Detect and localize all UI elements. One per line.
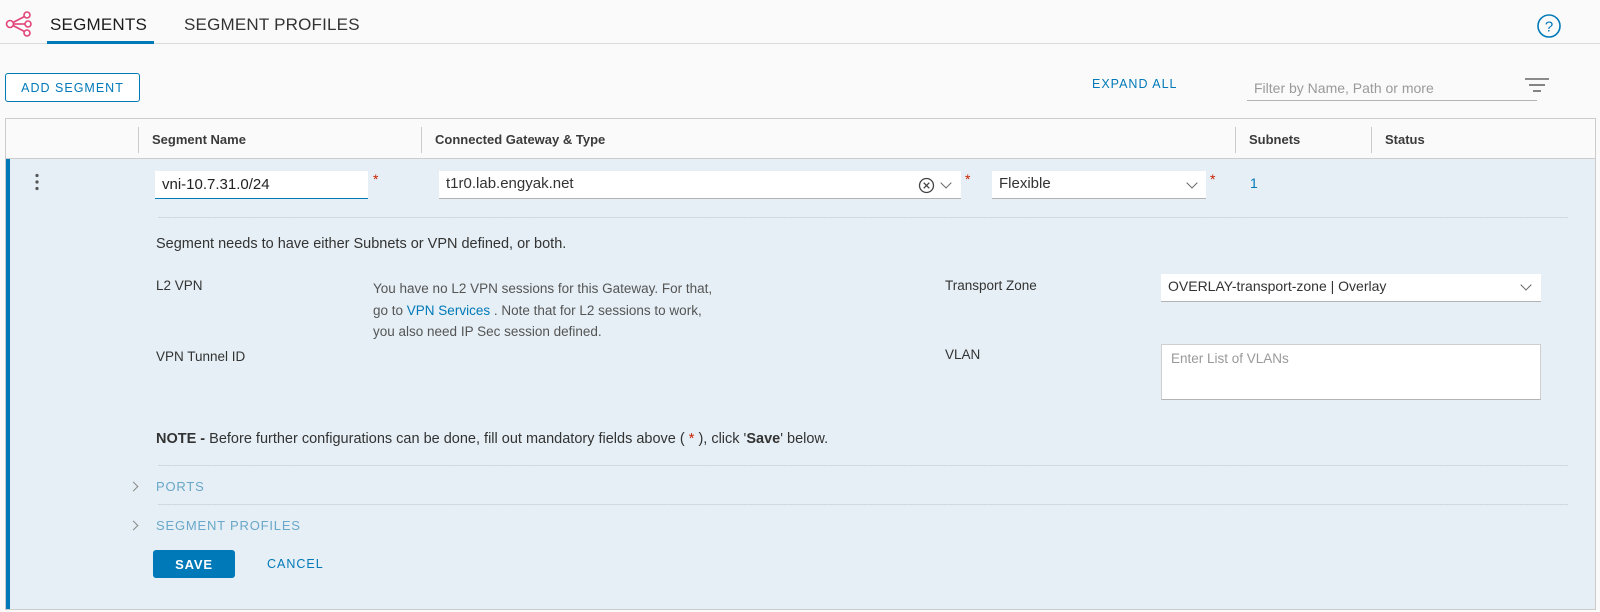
l2vpn-text-line-2: go to VPN Services . Note that for L2 se…	[373, 300, 712, 322]
column-separator	[138, 127, 139, 153]
l2vpn-text-pre: go to	[373, 302, 404, 318]
save-button[interactable]: SAVE	[153, 550, 235, 578]
transport-zone-select[interactable]: OVERLAY-transport-zone | Overlay	[1161, 274, 1541, 302]
expand-all-button[interactable]: EXPAND ALL	[1092, 77, 1178, 91]
vpn-tunnel-id-label: VPN Tunnel ID	[156, 349, 246, 364]
gateway-value: t1r0.lab.engyak.net	[446, 175, 574, 192]
l2vpn-text-line-3: you also need IP Sec session defined.	[373, 324, 602, 339]
clear-circle-icon[interactable]	[918, 177, 935, 199]
required-marker: *	[1210, 171, 1216, 187]
filter-input[interactable]	[1247, 75, 1537, 101]
tab-segments[interactable]: SEGMENTS	[50, 15, 147, 35]
required-marker: *	[965, 171, 971, 187]
divider	[158, 217, 1568, 218]
segment-edit-row: * t1r0.lab.engyak.net * Flexible * 1 Seg…	[6, 159, 1595, 609]
column-header-subnets[interactable]: Subnets	[1249, 132, 1300, 147]
chevron-right-icon[interactable]	[128, 481, 139, 492]
filter-lines-icon[interactable]	[1524, 76, 1550, 99]
l2vpn-label: L2 VPN	[156, 278, 203, 293]
transport-zone-value: OVERLAY-transport-zone | Overlay	[1168, 278, 1387, 294]
column-separator	[1235, 127, 1236, 153]
l2vpn-text-line-1: You have no L2 VPN sessions for this Gat…	[373, 281, 713, 296]
divider	[158, 504, 1568, 505]
gateway-type-select[interactable]: Flexible	[992, 171, 1206, 199]
vpn-services-link[interactable]: VPN Services	[407, 303, 490, 318]
column-header-status[interactable]: Status	[1385, 132, 1425, 147]
note-part-2: ), click '	[698, 431, 747, 447]
vlan-label: VLAN	[945, 347, 981, 362]
segment-info-text: Segment needs to have either Subnets or …	[156, 236, 567, 252]
chevron-right-icon[interactable]	[128, 520, 139, 531]
grid-header: Segment Name Connected Gateway & Type Su…	[6, 119, 1595, 159]
gateway-type-value: Flexible	[999, 175, 1051, 192]
question-circle-icon[interactable]: ?	[1536, 13, 1562, 44]
network-nodes-icon	[5, 10, 33, 43]
cancel-button[interactable]: CANCEL	[267, 557, 324, 571]
l2vpn-message: You have no L2 VPN sessions for this Gat…	[373, 278, 712, 343]
svg-text:?: ?	[1545, 19, 1553, 36]
note-part-3: ' below.	[780, 431, 829, 447]
required-marker: *	[373, 171, 379, 187]
add-segment-button[interactable]: ADD SEGMENT	[5, 73, 140, 102]
note-label: NOTE -	[156, 431, 206, 447]
segments-grid: Segment Name Connected Gateway & Type Su…	[5, 118, 1596, 610]
row-actions-kebab-icon[interactable]	[34, 173, 40, 196]
column-separator	[1371, 127, 1372, 153]
gateway-select[interactable]: t1r0.lab.engyak.net	[439, 171, 961, 199]
divider	[158, 465, 1568, 466]
note-save-word: Save	[746, 431, 781, 447]
column-header-gateway[interactable]: Connected Gateway & Type	[435, 132, 605, 147]
transport-zone-label: Transport Zone	[945, 278, 1037, 293]
active-tab-indicator	[47, 41, 154, 44]
l2vpn-text-post: . Note that for L2 sessions to work,	[493, 302, 702, 318]
top-nav: SEGMENTS SEGMENT PROFILES ?	[0, 0, 1600, 44]
subnets-count-link[interactable]: 1	[1250, 175, 1258, 191]
vlan-textarea[interactable]	[1161, 344, 1541, 400]
tab-segment-profiles[interactable]: SEGMENT PROFILES	[184, 15, 360, 35]
segment-name-input[interactable]	[155, 171, 368, 199]
ports-section-toggle[interactable]: PORTS	[156, 479, 205, 494]
note-required-marker: *	[688, 431, 695, 447]
column-separator	[421, 127, 422, 153]
note-text: NOTE - Before further configurations can…	[156, 431, 828, 447]
note-part-1: Before further configurations can be don…	[209, 431, 685, 447]
segment-profiles-section-toggle[interactable]: SEGMENT PROFILES	[156, 518, 301, 533]
column-header-segment-name[interactable]: Segment Name	[152, 132, 246, 147]
